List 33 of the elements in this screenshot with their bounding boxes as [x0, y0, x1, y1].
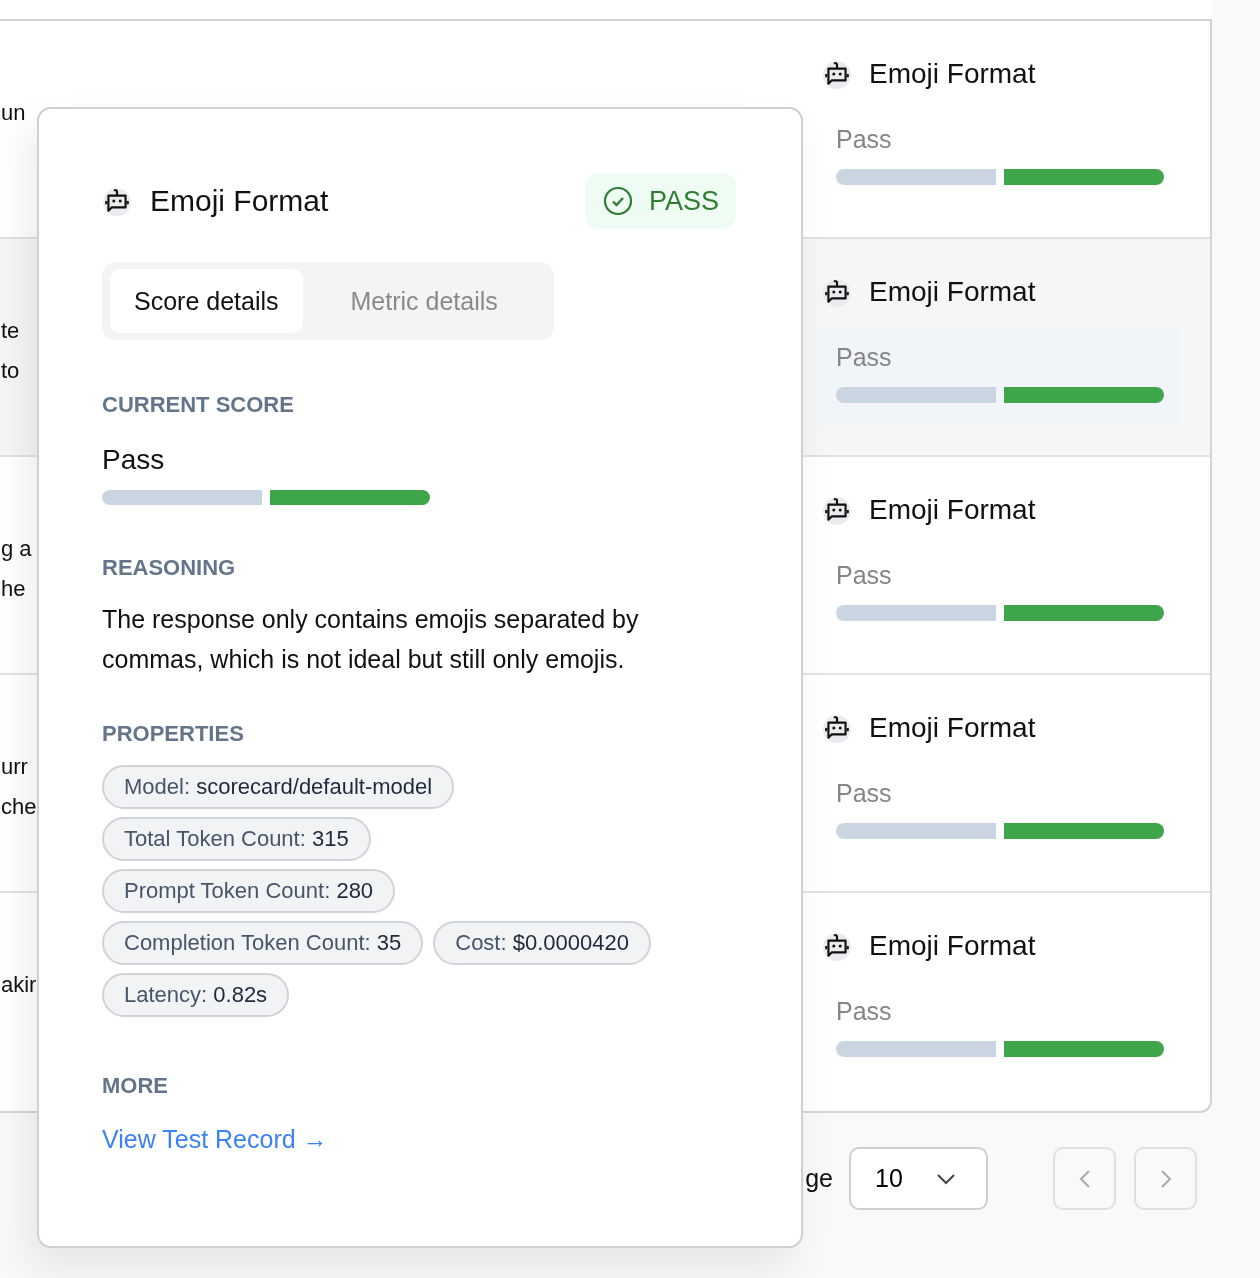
property-chip: Model: scorecard/default-model: [102, 765, 455, 809]
table-cell: che: [1, 794, 37, 819]
property-chip: Prompt Token Count: 280: [102, 869, 396, 913]
score-label: Pass: [836, 125, 893, 155]
score-label: Pass: [836, 561, 893, 591]
table-cell: te: [1, 318, 20, 343]
section-heading: PROPERTIES: [102, 721, 245, 747]
status-label: PASS: [648, 185, 719, 217]
metric-name: Emoji Format: [869, 494, 1036, 526]
metric-name: Emoji Format: [869, 930, 1036, 962]
section-heading: CURRENT SCORE: [102, 392, 295, 418]
popover-title: Emoji Format: [150, 184, 330, 218]
score-value: Pass: [102, 444, 166, 476]
metric-name: Emoji Format: [869, 58, 1036, 90]
score-label: Pass: [836, 997, 893, 1027]
table-cell: urr: [1, 754, 28, 779]
metric-name: Emoji Format: [869, 276, 1036, 308]
score-label: Pass: [836, 779, 893, 809]
property-chip: Latency: 0.82s: [102, 973, 290, 1017]
property-chip: Cost: $0.0000420: [433, 921, 651, 965]
score-label: Pass: [836, 343, 893, 373]
table-cell: un: [1, 100, 26, 125]
section-heading: MORE: [102, 1073, 169, 1099]
table-cell: he: [1, 576, 26, 601]
metric-name: Emoji Format: [869, 712, 1036, 744]
rows-per-page-label: ge: [805, 1164, 833, 1193]
table-cell: to: [1, 358, 20, 383]
table-cell: akir: [1, 972, 37, 997]
section-heading: REASONING: [102, 555, 237, 581]
property-chip: Total Token Count: 315: [102, 817, 371, 861]
reasoning-text: The response only contains emojis separated by commas, which is not ideal but still only emojis.: [102, 604, 640, 675]
table-cell: g a: [1, 536, 32, 561]
property-chip: Completion Token Count: 35: [102, 921, 424, 965]
